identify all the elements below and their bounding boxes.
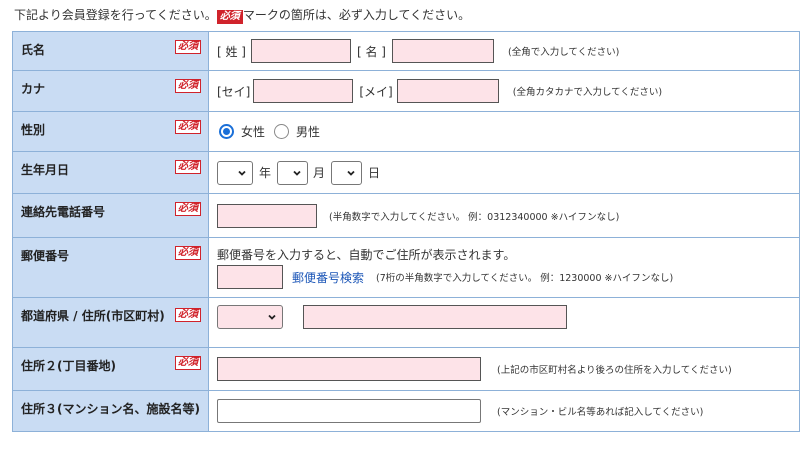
required-badge: 必須 — [175, 40, 201, 54]
label-cell-address2: 住所２(丁目番地) 必須 — [12, 347, 209, 391]
day-unit: 日 — [368, 166, 381, 180]
row-kana: カナ 必須 [セイ] [メイ] (全角カタカナで入力してください) — [12, 70, 800, 112]
label-cell-birthdate: 生年月日 必須 — [12, 151, 209, 194]
gender-female-label[interactable]: 女性 — [241, 123, 265, 140]
prefecture-select[interactable] — [217, 305, 283, 329]
label-cell-prefecture: 都道府県 / 住所(市区町村) 必須 — [12, 297, 209, 348]
required-badge: 必須 — [175, 356, 201, 370]
required-badge: 必須 — [175, 202, 201, 216]
row-name: 氏名 必須 [ 姓 ] [ 名 ] (全角で入力してください) — [12, 31, 800, 71]
chevron-down-icon — [347, 170, 355, 176]
sei-kana-label: [セイ] — [217, 84, 251, 99]
required-badge: 必須 — [175, 120, 201, 134]
name-note: (全角で入力してください) — [508, 47, 620, 58]
field-cell-birthdate: 年 月 日 — [208, 151, 800, 194]
chevron-down-icon — [293, 170, 301, 176]
year-unit: 年 — [259, 166, 272, 180]
label-cell-address3: 住所３(マンション名、施設名等) — [12, 390, 209, 432]
field-cell-phone: (半角数字で入力してください。 例：0312340000 ※ハイフンなし) — [208, 193, 800, 238]
postal-input[interactable] — [217, 265, 283, 289]
address3-note: (マンション・ビル名等あれば記入してください) — [497, 407, 704, 418]
field-cell-address2: (上記の市区町村名より後ろの住所を入力してください) — [208, 347, 800, 391]
phone-note: (半角数字で入力してください。 例：0312340000 ※ハイフンなし) — [329, 211, 620, 223]
first-name-kana-input[interactable] — [396, 79, 499, 103]
row-birthdate: 生年月日 必須 年 月 日 — [12, 151, 800, 194]
gender-female-radio[interactable] — [219, 124, 234, 139]
label-cell-name: 氏名 必須 — [12, 31, 209, 71]
gender-male-label[interactable]: 男性 — [296, 123, 320, 140]
label-address2: 住所２(丁目番地) — [21, 359, 116, 373]
city-input[interactable] — [303, 305, 567, 329]
chevron-down-icon — [268, 314, 276, 320]
field-cell-postal: 郵便番号を入力すると、自動でご住所が表示されます。 郵便番号検索 (7桁の半角数… — [208, 237, 800, 298]
row-prefecture: 都道府県 / 住所(市区町村) 必須 — [12, 297, 800, 348]
last-name-input[interactable] — [251, 39, 351, 63]
mei-kana-label: [メイ] — [359, 84, 393, 99]
label-phone: 連絡先電話番号 — [21, 205, 106, 219]
address2-note: (上記の市区町村名より後ろの住所を入力してください) — [497, 365, 732, 376]
field-cell-kana: [セイ] [メイ] (全角カタカナで入力してください) — [208, 70, 800, 112]
required-badge: 必須 — [175, 246, 201, 260]
field-cell-gender: 女性 男性 — [208, 111, 800, 152]
intro-text: 下記より会員登録を行ってください。 必須 マークの箇所は、必ず入力してください。 — [14, 6, 470, 24]
label-prefecture: 都道府県 / 住所(市区町村) — [21, 309, 165, 323]
registration-form-table: 氏名 必須 [ 姓 ] [ 名 ] (全角で入力してください) カナ 必須 [セ… — [12, 31, 800, 432]
row-address2: 住所２(丁目番地) 必須 (上記の市区町村名より後ろの住所を入力してください) — [12, 347, 800, 391]
last-name-kana-input[interactable] — [253, 79, 354, 103]
required-badge: 必須 — [175, 160, 201, 174]
field-cell-address3: (マンション・ビル名等あれば記入してください) — [208, 390, 800, 432]
label-address3: 住所３(マンション名、施設名等) — [21, 402, 200, 416]
row-gender: 性別 必須 女性 男性 — [12, 111, 800, 152]
field-cell-name: [ 姓 ] [ 名 ] (全角で入力してください) — [208, 31, 800, 71]
label-cell-kana: カナ 必須 — [12, 70, 209, 112]
row-address3: 住所３(マンション名、施設名等) (マンション・ビル名等あれば記入してください) — [12, 390, 800, 432]
phone-input[interactable] — [217, 203, 317, 228]
intro-required-badge: 必須 — [216, 10, 243, 24]
intro-before: 下記より会員登録を行ってください。 — [14, 8, 217, 22]
required-badge: 必須 — [175, 308, 201, 322]
postal-search-link[interactable]: 郵便番号検索 — [292, 269, 364, 286]
label-gender: 性別 — [21, 123, 46, 137]
mei-label: [ 名 ] — [357, 44, 386, 59]
label-cell-phone: 連絡先電話番号 必須 — [12, 193, 209, 238]
birth-month-select[interactable] — [277, 160, 309, 185]
row-phone: 連絡先電話番号 必須 (半角数字で入力してください。 例：0312340000 … — [12, 193, 800, 238]
birth-day-select[interactable] — [331, 160, 363, 185]
address2-input[interactable] — [217, 357, 481, 381]
field-cell-prefecture — [208, 297, 800, 348]
address3-input[interactable] — [217, 399, 481, 423]
first-name-input[interactable] — [392, 39, 494, 63]
intro-after: マークの箇所は、必ず入力してください。 — [242, 8, 471, 22]
kana-note: (全角カタカナで入力してください) — [512, 87, 663, 98]
postal-note: (7桁の半角数字で入力してください。 例：1230000 ※ハイフンなし) — [376, 273, 674, 284]
birth-year-select[interactable] — [217, 160, 253, 185]
label-name: 氏名 — [21, 43, 46, 57]
sei-label: [ 姓 ] — [217, 44, 246, 59]
label-kana: カナ — [21, 82, 46, 96]
label-cell-postal: 郵便番号 必須 — [12, 237, 209, 298]
label-cell-gender: 性別 必須 — [12, 111, 209, 152]
required-badge: 必須 — [175, 79, 201, 93]
month-unit: 月 — [313, 166, 326, 180]
label-postal: 郵便番号 — [21, 249, 70, 263]
postal-help: 郵便番号を入力すると、自動でご住所が表示されます。 — [217, 248, 516, 262]
row-postal: 郵便番号 必須 郵便番号を入力すると、自動でご住所が表示されます。 郵便番号検索… — [12, 237, 800, 298]
chevron-down-icon — [238, 170, 246, 176]
label-birthdate: 生年月日 — [21, 163, 70, 177]
gender-male-radio[interactable] — [274, 124, 290, 139]
